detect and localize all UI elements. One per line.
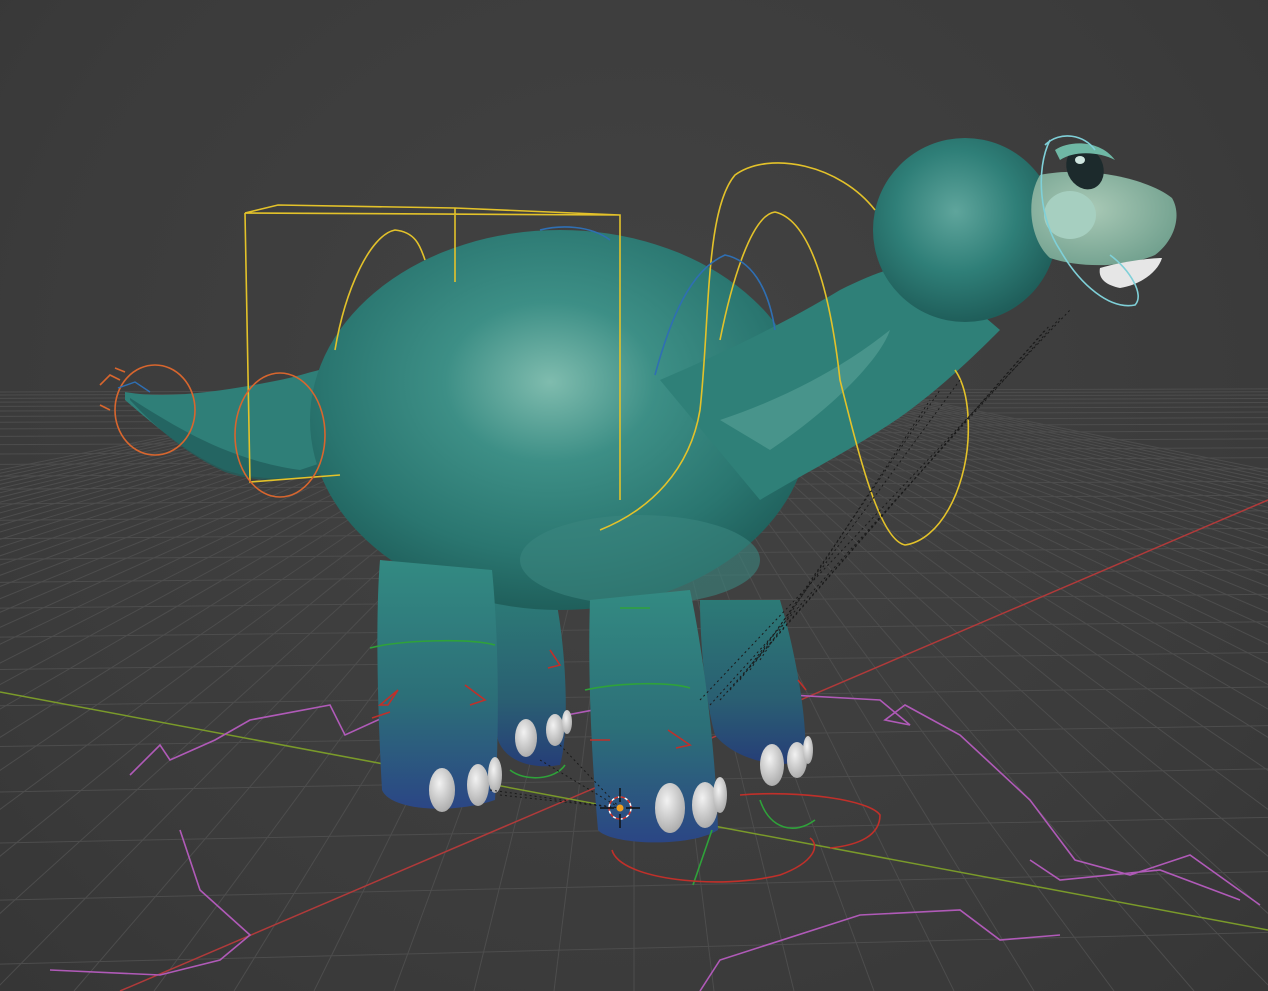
body-belly xyxy=(520,515,760,605)
front-leg-rear xyxy=(700,600,806,764)
head xyxy=(873,138,1057,322)
3d-viewport[interactable] xyxy=(0,0,1268,991)
cheek xyxy=(1044,191,1096,239)
viewport-scene[interactable] xyxy=(0,0,1268,991)
eye-highlight xyxy=(1075,156,1085,164)
